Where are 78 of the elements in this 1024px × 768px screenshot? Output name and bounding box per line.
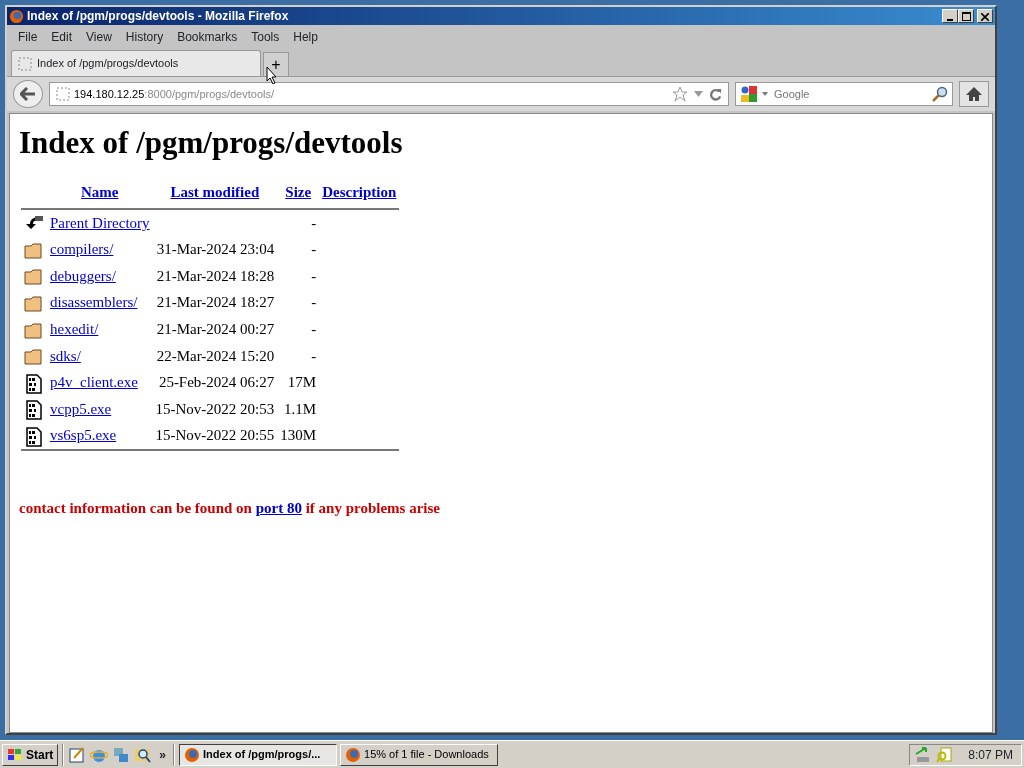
close-icon [981,12,989,21]
star-icon[interactable] [672,86,688,102]
folder-icon [24,267,44,288]
file-size: - [311,294,317,311]
taskbar-button[interactable]: Index of /pgm/progs/... [179,743,338,766]
file-size: 130M [280,427,317,444]
home-icon [965,86,983,102]
dropdown-icon[interactable] [694,91,703,97]
file-size: - [311,347,317,364]
column-header-link[interactable]: Last modified [170,184,260,201]
file-link[interactable]: sdks/ [50,347,81,364]
menu-item[interactable]: Edit [44,28,80,46]
file-link[interactable]: compilers/ [50,241,114,258]
file-link[interactable]: Parent Directory [50,214,150,231]
file-size: - [311,214,317,231]
port-link[interactable]: port 80 [255,499,302,516]
file-size: - [311,241,317,258]
modified-date: 31-Mar-2024 23:04 [156,241,275,258]
modified-date: 22-Mar-2024 15:20 [156,347,275,364]
dropdown-icon[interactable] [762,92,768,96]
menu-item[interactable]: Tools [244,28,287,46]
browser-tab[interactable]: Index of /pgm/progs/devtools [11,50,261,76]
folder-icon [24,347,44,368]
folder-icon [24,240,44,261]
contact-notice: contact information can be found on port 80 if any problems arise [19,498,441,518]
page-icon [18,56,32,71]
file-link[interactable]: vs6sp5.exe [50,427,117,444]
column-header-link[interactable]: Name [81,184,119,201]
menu-item[interactable]: View [79,28,119,46]
menu-item[interactable]: History [118,28,171,46]
file-link[interactable]: debuggers/ [50,267,116,284]
file-link[interactable]: vcpp5.exe [50,400,112,417]
start-button[interactable]: Start [2,743,59,766]
folder-icon [24,320,44,341]
page-icon [56,87,70,101]
file-link[interactable]: p4v_client.exe [50,374,138,391]
minimize-icon [947,18,953,21]
file-size: 1.1M [284,400,317,417]
binary-file-icon [24,400,44,421]
address-field[interactable]: 194.180.12.25:8000/pgm/progs/devtools/ [49,82,729,106]
modified-date: 25-Feb-2024 06:27 [158,374,275,391]
page-heading: Index of /pgm/progs/devtools [19,124,404,162]
column-header-link[interactable]: Description [322,184,397,201]
search-engine-icon[interactable] [740,85,758,103]
back-arrow-icon [20,87,36,101]
modified-date: 21-Mar-2024 00:27 [156,320,275,337]
column-header-link[interactable]: Size [285,184,312,201]
notepad-icon[interactable] [68,745,87,764]
file-size: 17M [287,374,317,391]
modified-date: 21-Mar-2024 18:28 [156,267,275,284]
maximize-icon [961,12,971,22]
modified-date: 15-Nov-2022 20:53 [155,400,275,417]
window-title: Index of /pgm/progs/devtools - Mozilla Firefox [27,8,289,25]
taskbar-button[interactable]: 15% of 1 file - Downloads [340,743,499,766]
reload-icon[interactable] [709,87,722,101]
binary-file-icon [24,373,44,394]
overflow-chevron[interactable]: » [156,745,170,764]
maximize-button[interactable] [958,9,974,23]
binary-file-icon [24,426,44,447]
modified-date: 15-Nov-2022 20:55 [155,427,275,444]
search-box[interactable]: Google [735,82,953,106]
file-size: - [311,267,317,284]
close-button[interactable] [977,9,993,23]
menu-item[interactable]: Help [286,28,325,46]
modified-date: 21-Mar-2024 18:27 [156,294,275,311]
new-tab-button[interactable]: + [263,52,289,76]
file-link[interactable]: disassemblers/ [50,294,138,311]
search-icon[interactable] [932,86,948,102]
file-size: - [311,320,317,337]
menu-item[interactable]: File [11,28,45,46]
file-link[interactable]: hexedit/ [50,320,99,337]
folder-icon [24,293,44,314]
minimize-button[interactable] [942,9,958,23]
back-button[interactable] [13,80,43,108]
clock: 8:07 PM [968,746,1013,764]
menu-item[interactable]: Bookmarks [170,28,245,46]
home-button[interactable] [959,81,989,107]
windows-logo-icon [7,747,23,762]
